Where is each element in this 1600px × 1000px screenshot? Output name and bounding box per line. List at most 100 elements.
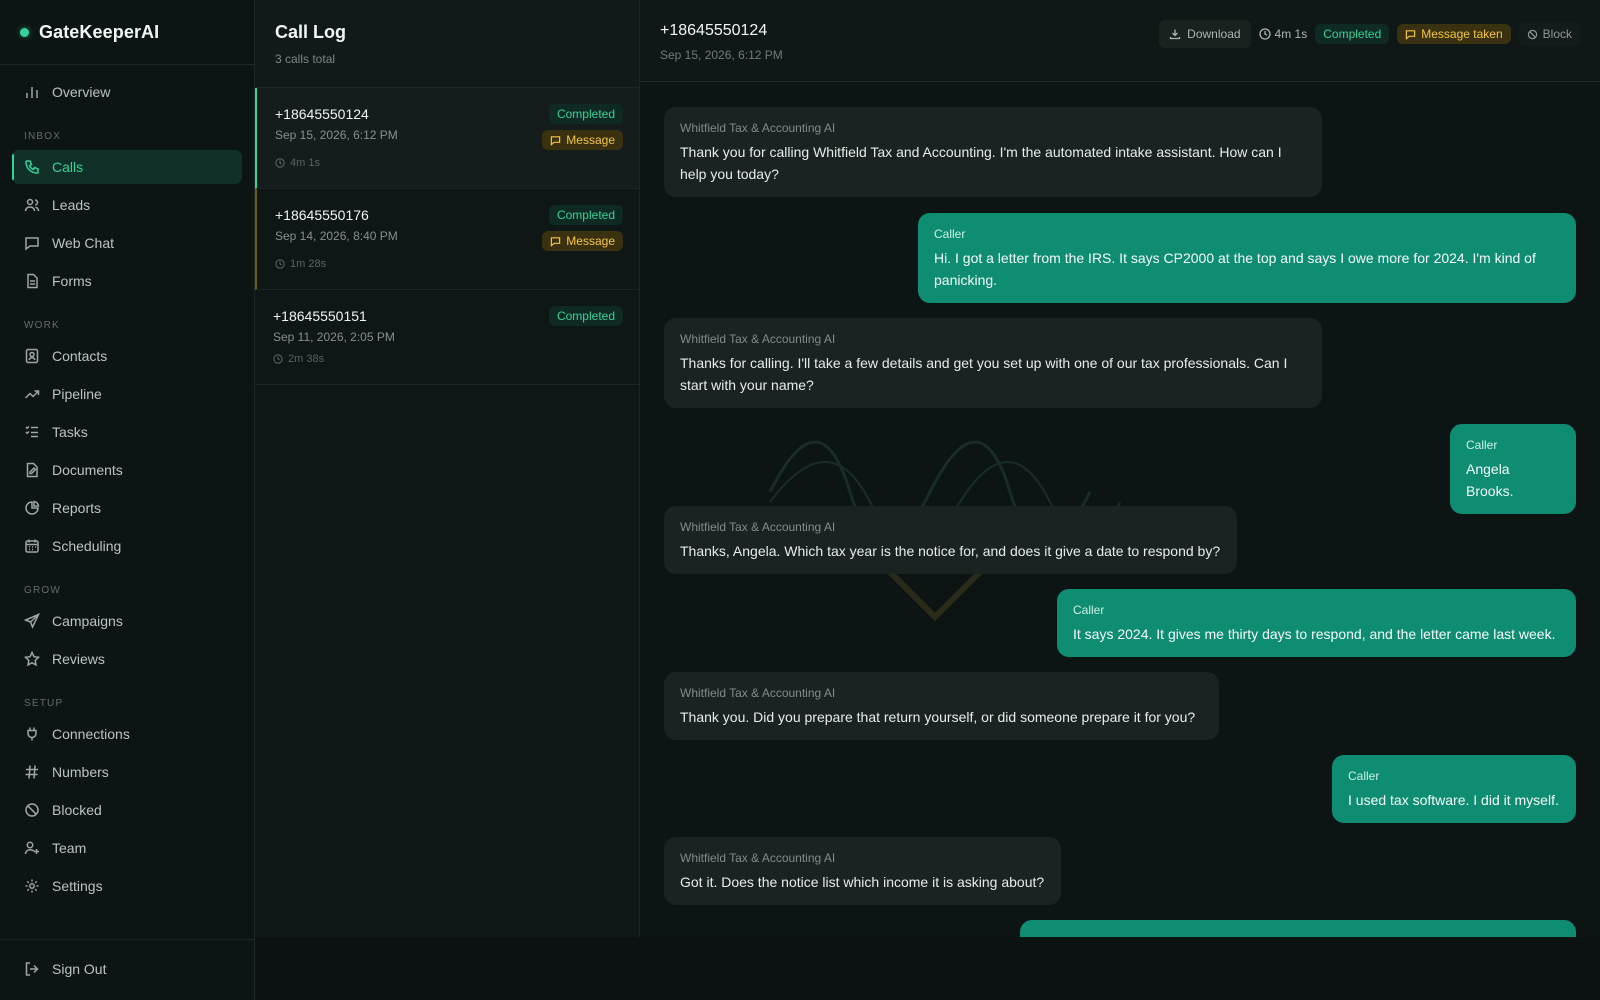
- detail-message-badge-text: Message taken: [1421, 27, 1503, 41]
- tasks-icon: [24, 424, 40, 440]
- message-sender: Whitfield Tax & Accounting AI: [680, 520, 836, 534]
- sidebar-item-connections[interactable]: Connections: [12, 717, 242, 751]
- message-ai: Whitfield Tax & Accounting AI Thanks for…: [664, 318, 1322, 408]
- calendar-icon: [24, 538, 40, 554]
- sidebar-item-web-chat[interactable]: Web Chat: [12, 226, 242, 260]
- message-sender: Caller: [1466, 438, 1498, 452]
- app-logo-text[interactable]: GateKeeperAI: [39, 22, 159, 43]
- footer-strip: [255, 937, 1600, 1000]
- message-sender: Whitfield Tax & Accounting AI: [680, 686, 836, 700]
- call-badges: Completed Message: [542, 205, 623, 251]
- message-text: Thank you. Did you prepare that return y…: [680, 709, 1196, 725]
- contacts-icon: [24, 348, 40, 364]
- sidebar-item-overview[interactable]: Overview: [12, 75, 242, 109]
- phone-icon: [24, 159, 40, 175]
- gear-icon: [24, 878, 40, 894]
- message-caller: Caller Hi. I got a letter from the IRS. …: [918, 213, 1576, 303]
- call-duration: 2m 38s: [273, 353, 623, 365]
- sidebar-item-forms[interactable]: Forms: [12, 264, 242, 298]
- sign-out-label: Sign Out: [52, 961, 107, 977]
- form-icon: [24, 273, 40, 289]
- block-label: Block: [1542, 27, 1572, 41]
- sidebar-item-campaigns[interactable]: Campaigns: [12, 604, 242, 638]
- message-caller-partial: [1020, 920, 1576, 937]
- sidebar-item-label: Reports: [52, 500, 102, 516]
- detail-duration: 4m 1s: [1258, 27, 1308, 41]
- message-ai: Whitfield Tax & Accounting AI Got it. Do…: [664, 837, 1061, 905]
- sidebar-item-calls[interactable]: Calls: [12, 150, 242, 184]
- sidebar-item-team[interactable]: Team: [12, 831, 242, 865]
- clock-icon: [275, 259, 285, 269]
- message-ai: Whitfield Tax & Accounting AI Thanks, An…: [664, 506, 1237, 574]
- sidebar-item-reports[interactable]: Reports: [12, 491, 242, 525]
- message-text: Thanks, Angela. Which tax year is the no…: [680, 543, 1221, 559]
- call-log-header: Call Log 3 calls total: [255, 0, 639, 88]
- clock-icon: [273, 354, 283, 364]
- status-badge: Completed: [548, 205, 623, 225]
- plug-icon: [24, 726, 40, 742]
- sidebar-item-label: Web Chat: [52, 235, 114, 251]
- call-row[interactable]: +18645550151 Sep 11, 2026, 2:05 PM 2m 38…: [255, 290, 639, 385]
- message-text: Angela Brooks.: [1466, 461, 1514, 499]
- sidebar-item-reviews[interactable]: Reviews: [12, 642, 242, 676]
- nav-section-grow: GROW: [24, 585, 62, 596]
- sign-out-section: Sign Out: [0, 939, 254, 990]
- sidebar-item-scheduling[interactable]: Scheduling: [12, 529, 242, 563]
- status-badge: Completed: [548, 306, 623, 326]
- sidebar-item-label: Calls: [52, 159, 84, 175]
- sidebar-item-label: Settings: [52, 878, 103, 894]
- sidebar-item-documents[interactable]: Documents: [12, 453, 242, 487]
- call-duration-text: 2m 38s: [288, 353, 325, 365]
- message-ai: Whitfield Tax & Accounting AI Thank you.…: [664, 672, 1219, 740]
- message-sender: Caller: [1348, 769, 1380, 783]
- users-icon: [24, 197, 40, 213]
- message-icon: [550, 236, 561, 247]
- sidebar-item-blocked[interactable]: Blocked: [12, 793, 242, 827]
- sidebar-item-label: Reviews: [52, 651, 105, 667]
- logout-icon: [24, 961, 40, 977]
- status-badge: Completed: [548, 104, 623, 124]
- sidebar-item-label: Pipeline: [52, 386, 102, 402]
- bar-chart-icon: [24, 84, 40, 100]
- call-row[interactable]: +18645550176 Sep 14, 2026, 8:40 PM 1m 28…: [255, 189, 639, 290]
- message-caller: Caller It says 2024. It gives me thirty …: [1057, 589, 1576, 657]
- sign-out-button[interactable]: Sign Out: [12, 952, 242, 986]
- sidebar-item-numbers[interactable]: Numbers: [12, 755, 242, 789]
- call-log-title: Call Log: [275, 22, 346, 42]
- message-caller: Caller I used tax software. I did it mys…: [1332, 755, 1576, 823]
- chat-icon: [24, 235, 40, 251]
- sidebar-item-contacts[interactable]: Contacts: [12, 339, 242, 373]
- sidebar-item-pipeline[interactable]: Pipeline: [12, 377, 242, 411]
- clock-icon: [275, 158, 285, 168]
- message-caller: Caller Angela Brooks.: [1450, 424, 1576, 514]
- pie-chart-icon: [24, 500, 40, 516]
- message-sender: Whitfield Tax & Accounting AI: [680, 332, 836, 346]
- brand: GateKeeperAI: [0, 0, 254, 65]
- message-text: Hi. I got a letter from the IRS. It says…: [934, 250, 1536, 288]
- sidebar-item-label: Leads: [52, 197, 91, 213]
- star-icon: [24, 651, 40, 667]
- nav-section-setup: SETUP: [24, 698, 64, 709]
- detail-date: Sep 15, 2026, 6:12 PM: [660, 48, 783, 62]
- call-detail-panel: +18645550124 Sep 15, 2026, 6:12 PM Downl…: [640, 0, 1600, 937]
- send-icon: [24, 613, 40, 629]
- trend-icon: [24, 386, 40, 402]
- message-badge: Message: [542, 130, 623, 150]
- sidebar-item-label: Blocked: [52, 802, 102, 818]
- call-row[interactable]: +18645550124 Sep 15, 2026, 6:12 PM 4m 1s…: [255, 88, 639, 189]
- call-badges: Completed Message: [542, 104, 623, 150]
- detail-duration-text: 4m 1s: [1274, 27, 1308, 41]
- call-log-count: 3 calls total: [275, 52, 336, 66]
- download-button[interactable]: Download: [1159, 20, 1251, 48]
- message-ai: Whitfield Tax & Accounting AI Thank you …: [664, 107, 1322, 197]
- sidebar-item-tasks[interactable]: Tasks: [12, 415, 242, 449]
- sidebar-item-label: Overview: [52, 84, 111, 100]
- call-duration: 1m 28s: [275, 258, 623, 270]
- block-button[interactable]: Block: [1518, 22, 1580, 46]
- sidebar-item-label: Tasks: [52, 424, 88, 440]
- call-date: Sep 11, 2026, 2:05 PM: [273, 330, 395, 344]
- sidebar-item-leads[interactable]: Leads: [12, 188, 242, 222]
- sidebar-item-label: Team: [52, 840, 87, 856]
- sidebar-item-label: Connections: [52, 726, 130, 742]
- sidebar-item-settings[interactable]: Settings: [12, 869, 242, 903]
